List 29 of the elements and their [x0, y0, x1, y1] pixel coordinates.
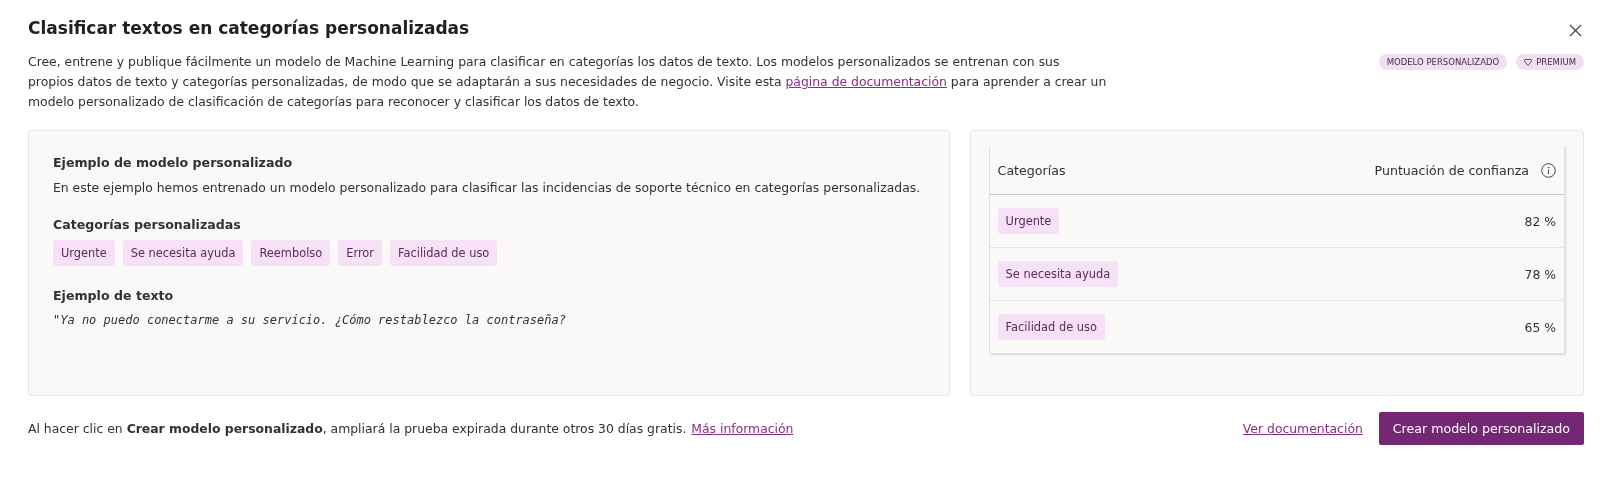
- example-description: En este ejemplo hemos entrenado un modelo personalizado para clasificar las incidencias de soporte técnico en categorías personalizadas.: [53, 180, 922, 195]
- documentation-link[interactable]: página de documentación: [785, 74, 947, 89]
- category-tag: Facilidad de uso: [997, 314, 1105, 340]
- section-heading: Ejemplo de texto: [53, 288, 175, 303]
- trial-notice: Al hacer clic en Crear modelo personalizado, ampliará la prueba expirada durante otros 30 días gratis.: [28, 421, 687, 436]
- more-info-link[interactable]: Más información: [691, 421, 794, 436]
- confidence-score: 78 %: [1524, 266, 1556, 282]
- category-tag: Se necesita ayuda: [122, 240, 244, 266]
- category-tag: Urgente: [997, 208, 1060, 234]
- description: Cree, entrene y publique fácilmente un modelo de Machine Learning para clasificar en categorías los datos de texto. Los modelos personalizados se entrenan con sus propios datos de texto y categorías personalizadas, de modo que se adaptarán a sus necesidades de negocio. Visite esta página de documentación para aprender a crear un modelo personalizado de clasificación de categorías para reconocer y clasificar los datos de texto.: [28, 53, 1108, 111]
- confidence-score: 65 %: [1524, 319, 1556, 335]
- sample-text: "Ya no puedo conectarme a su servicio. ¿Cómo restablezco la contraseña?: [53, 313, 567, 327]
- section-heading: Categorías personalizadas: [53, 217, 242, 232]
- create-model-button[interactable]: Crear modelo personalizado: [1378, 412, 1584, 445]
- section-heading: Ejemplo de modelo personalizado: [53, 155, 294, 170]
- category-tag: Se necesita ayuda: [997, 261, 1119, 287]
- category-tag: Urgente: [53, 240, 115, 266]
- premium-badge: PREMIUM: [1516, 54, 1584, 70]
- category-tag: Error: [338, 240, 382, 266]
- close-button[interactable]: [1567, 22, 1584, 39]
- column-header: Puntuación de confianza: [1374, 162, 1529, 178]
- category-tag: Facilidad de uso: [390, 240, 498, 266]
- info-icon[interactable]: [1541, 162, 1556, 178]
- model-badge: MODELO PERSONALIZADO: [1378, 54, 1508, 70]
- view-documentation-link[interactable]: Ver documentación: [1242, 421, 1363, 436]
- dialog-title: Clasificar textos en categorías personalizadas: [28, 18, 470, 38]
- category-tag: Reembolso: [251, 240, 331, 266]
- confidence-score: 82 %: [1524, 213, 1556, 229]
- column-header: Categorías: [997, 162, 1066, 178]
